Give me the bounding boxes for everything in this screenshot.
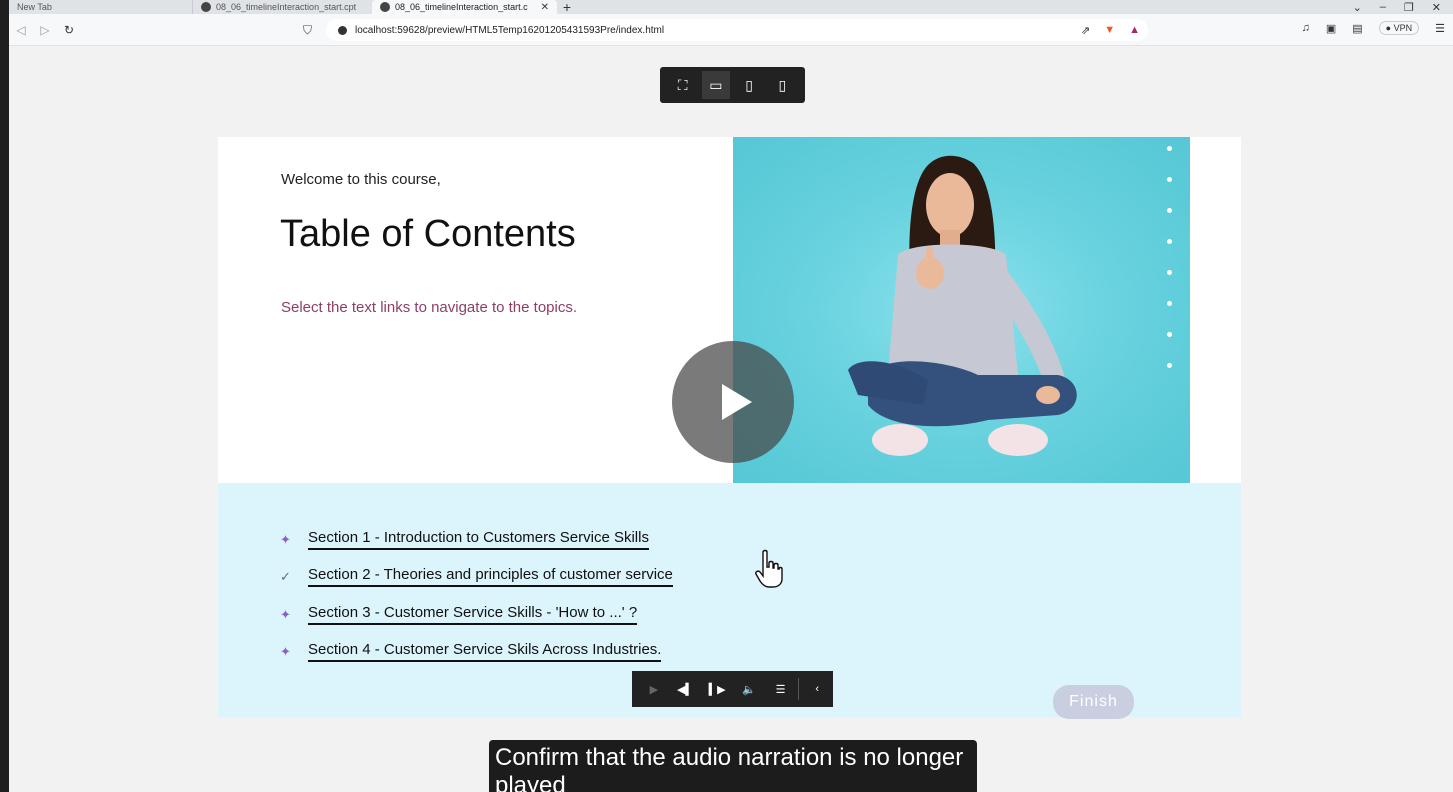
collapse-chevron-icon[interactable]: ‹ (801, 671, 833, 707)
instruction-text: Select the text links to navigate to the… (281, 299, 578, 316)
url-field[interactable]: localhost:59628/preview/HTML5Temp1620120… (326, 19, 1148, 41)
section-3-link[interactable]: Section 3 - Customer Service Skills - 'H… (308, 604, 638, 625)
new-tab-button[interactable]: + (557, 0, 577, 15)
tablet-icon[interactable]: ▯ (735, 71, 763, 99)
playbar-divider (798, 678, 800, 700)
tab-cpt-file[interactable]: 08_06_timelineInteraction_start.cpt (192, 0, 372, 14)
hand-cursor-icon (755, 549, 783, 588)
course-slide: Welcome to this course, Table of Content… (218, 137, 1241, 719)
checkmark-icon: ✓ (280, 568, 291, 584)
reload-icon[interactable]: ↻ (57, 23, 81, 37)
page-title: Table of Contents (280, 213, 576, 255)
playback-controls: ▶ ◀▍ ▍▶ 🔈 ☰ ‹ (632, 671, 833, 707)
url-text: localhost:59628/preview/HTML5Temp1620120… (355, 24, 665, 36)
play-icon[interactable]: ▶ (638, 671, 670, 707)
list-item-section-4: ✦ Section 4 - Customer Service Skils Acr… (280, 641, 662, 662)
forward-icon[interactable]: ▷ (33, 23, 57, 37)
slide-header-area: Welcome to this course, Table of Content… (218, 137, 1241, 483)
list-item-section-2: ✓ Section 2 - Theories and principles of… (280, 566, 673, 587)
section-4-link[interactable]: Section 4 - Customer Service Skils Acros… (308, 641, 662, 662)
left-edge-strip (0, 0, 9, 792)
wallet-icon[interactable]: ▤ (1352, 22, 1362, 35)
play-video-button[interactable] (672, 341, 794, 463)
back-icon[interactable]: ◁ (9, 23, 33, 37)
star-bullet-icon: ✦ (280, 531, 291, 547)
tab-new-tab[interactable]: New Tab (9, 0, 192, 14)
globe-icon (380, 2, 390, 12)
vpn-button[interactable]: ● VPN (1378, 21, 1420, 35)
browser-right-controls: ♫ ▣ ▤ ● VPN ☰ (1302, 21, 1445, 35)
list-item-section-3: ✦ Section 3 - Customer Service Skills - … (280, 604, 638, 625)
device-preview-toolbar: ⛶ ▭ ▯ ▯ (660, 67, 805, 103)
browser-address-bar: ◁ ▷ ↻ ⛉ localhost:59628/preview/HTML5Tem… (9, 14, 1453, 46)
welcome-text: Welcome to this course, (281, 171, 441, 188)
share-icon[interactable]: ⇗ (1081, 24, 1090, 37)
restore-icon[interactable]: ❐ (1404, 1, 1414, 14)
close-tab-icon[interactable]: ✕ (541, 2, 549, 13)
fit-screen-icon[interactable]: ⛶ (669, 71, 697, 99)
play-icon (722, 384, 752, 420)
caption-overlay: Confirm that the audio narration is no l… (489, 740, 977, 792)
desktop-icon[interactable]: ▭ (701, 71, 730, 99)
section-1-link[interactable]: Section 1 - Introduction to Customers Se… (308, 529, 649, 550)
minimize-icon[interactable]: – (1380, 1, 1386, 14)
rewind-icon[interactable]: ◀▍ (670, 671, 702, 707)
mobile-rotate-icon[interactable]: ▯ (768, 71, 796, 99)
sidebar-icon[interactable]: ▣ (1326, 22, 1336, 35)
woman-thumbs-up-illustration (848, 155, 1077, 456)
tab-active-preview[interactable]: 08_06_timelineInteraction_start.c ✕ (372, 0, 557, 14)
tab-label: New Tab (17, 2, 52, 12)
decorative-dots (1167, 146, 1173, 394)
site-info-icon[interactable] (338, 25, 347, 35)
tab-search-icon[interactable]: ⌄ (1353, 1, 1362, 14)
tab-label: 08_06_timelineInteraction_start.cpt (216, 2, 357, 12)
volume-icon[interactable]: 🔈 (733, 671, 765, 707)
brave-rewards-icon[interactable]: ▲ (1129, 24, 1140, 36)
finish-button[interactable]: Finish (1053, 685, 1134, 719)
toc-menu-icon[interactable]: ☰ (765, 671, 797, 707)
globe-icon (201, 2, 211, 12)
bookmark-icon[interactable]: ⛉ (303, 23, 312, 38)
brave-shield-icon[interactable]: ▼ (1104, 24, 1115, 36)
close-window-icon[interactable]: ✕ (1432, 1, 1441, 14)
star-bullet-icon: ✦ (280, 606, 291, 622)
star-bullet-icon: ✦ (280, 643, 291, 659)
window-controls: ⌄ – ❐ ✕ (1353, 1, 1453, 14)
section-2-link[interactable]: Section 2 - Theories and principles of c… (308, 566, 673, 587)
browser-tab-bar: New Tab 08_06_timelineInteraction_start.… (9, 0, 1453, 15)
hero-photo (733, 137, 1190, 483)
media-icon[interactable]: ♫ (1302, 22, 1310, 34)
vpn-label: VPN (1393, 23, 1413, 33)
forward-icon[interactable]: ▍▶ (701, 671, 733, 707)
list-item-section-1: ✦ Section 1 - Introduction to Customers … (280, 529, 649, 550)
tab-label: 08_06_timelineInteraction_start.c (395, 2, 528, 12)
menu-icon[interactable]: ☰ (1435, 22, 1445, 35)
